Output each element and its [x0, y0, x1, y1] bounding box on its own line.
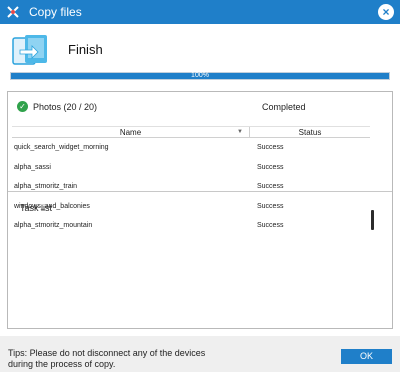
status-title: Finish — [68, 42, 103, 57]
tips-text: Tips: Please do not disconnect any of th… — [8, 348, 248, 370]
row-name: windows_and_balconies — [14, 202, 90, 210]
summary-row: ✓ Photos (20 / 20) — [17, 101, 97, 112]
close-icon[interactable]: × — [378, 4, 394, 20]
tips-line-2: during the process of copy. — [8, 359, 116, 369]
row-name: quick_search_widget_morning — [14, 144, 109, 151]
row-name: alpha_sassi — [14, 163, 51, 171]
title-bar: Copy files × — [0, 0, 400, 24]
ok-button[interactable]: OK — [341, 349, 392, 364]
row-status: Success — [257, 202, 284, 210]
progress-bar: 100% — [10, 72, 390, 80]
table-header: Name ▼ Status — [12, 126, 370, 138]
table-row[interactable]: alpha_stmoritz_mountain Success — [12, 217, 370, 237]
row-status: Success — [257, 144, 284, 151]
table-row[interactable]: quick_search_widget_morning Success — [12, 139, 370, 159]
footer-bar: Tips: Please do not disconnect any of th… — [0, 336, 400, 372]
table-row[interactable]: alpha_stmoritz_train Success — [12, 178, 370, 198]
table-row[interactable]: windows_and_balconies Success — [12, 198, 370, 218]
task-table-body: quick_search_widget_morning Success alph… — [12, 139, 370, 237]
summary-item-label: Photos (20 / 20) — [33, 101, 98, 112]
check-circle-icon: ✓ — [17, 101, 28, 112]
app-icon — [7, 6, 19, 18]
row-status: Success — [257, 222, 284, 229]
progress-label: 100% — [191, 72, 209, 79]
device-transfer-icon — [12, 35, 47, 65]
table-row[interactable]: alpha_sassi Success — [12, 159, 370, 179]
scrollbar-thumb[interactable] — [371, 210, 374, 230]
sort-arrow-icon: ▼ — [237, 129, 243, 135]
row-name: alpha_stmoritz_train — [14, 183, 78, 190]
column-header-name-label: Name — [119, 128, 142, 137]
window-title: Copy files — [29, 5, 82, 19]
row-status: Success — [257, 163, 284, 171]
tips-line-1: Tips: Please do not disconnect any of th… — [8, 348, 206, 358]
column-header-status[interactable]: Status — [250, 127, 370, 137]
summary-item-status: Completed — [262, 102, 306, 112]
row-name: alpha_stmoritz_mountain — [14, 222, 93, 229]
column-header-name[interactable]: Name ▼ — [12, 127, 250, 137]
row-status: Success — [257, 183, 284, 190]
